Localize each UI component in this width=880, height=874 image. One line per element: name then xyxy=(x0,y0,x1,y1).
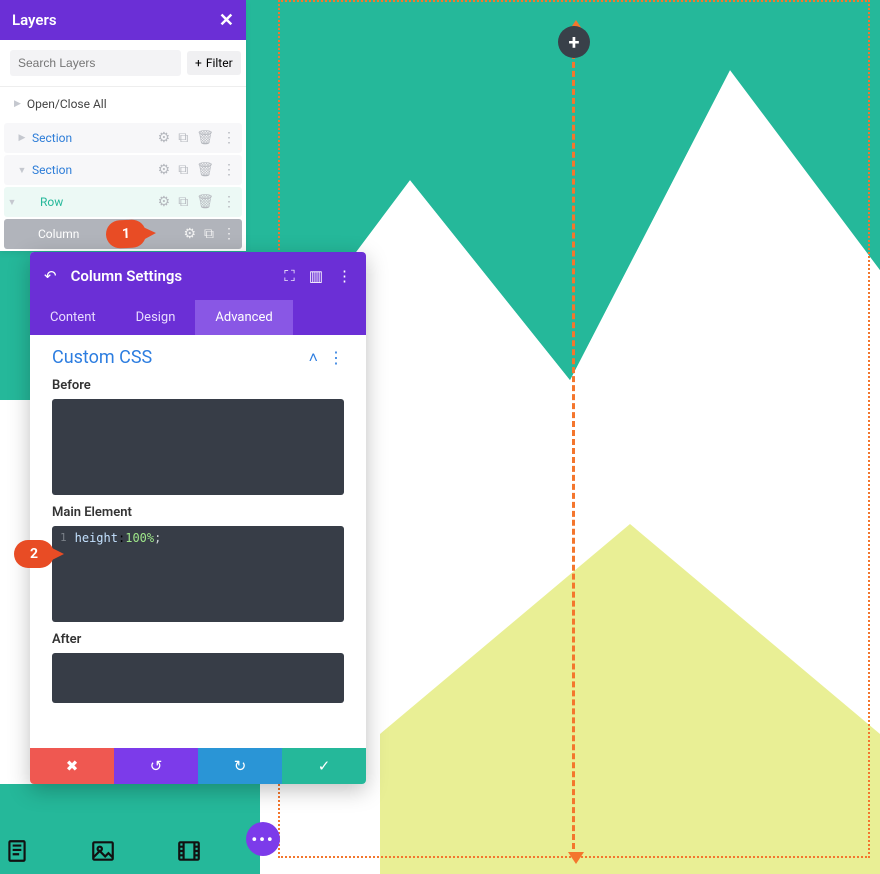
cancel-button[interactable]: ✖ xyxy=(30,748,114,784)
chevron-down-icon[interactable]: ▼ xyxy=(14,165,30,176)
kebab-icon[interactable]: ⋮ xyxy=(337,267,352,285)
kebab-icon[interactable]: ⋮ xyxy=(222,227,236,241)
chevron-up-icon[interactable]: ˄ xyxy=(309,348,318,368)
modal-title: Column Settings xyxy=(71,267,271,285)
kebab-icon[interactable]: ⋮ xyxy=(222,195,236,209)
section-title: Custom CSS xyxy=(52,347,152,368)
duplicate-icon[interactable]: ⧉ xyxy=(204,227,214,241)
film-icon xyxy=(176,838,202,868)
save-button[interactable]: ✓ xyxy=(282,748,366,784)
chevron-right-icon[interactable]: ▶ xyxy=(14,133,30,143)
modal-header[interactable]: ↶ Column Settings ⛶ ▥ ⋮ xyxy=(30,252,366,300)
back-icon[interactable]: ↶ xyxy=(44,267,57,285)
layers-header: Layers ✕ xyxy=(0,0,246,40)
kebab-icon[interactable]: ⋮ xyxy=(222,163,236,177)
gear-icon[interactable]: ⚙ xyxy=(158,131,171,145)
image-icon xyxy=(90,838,116,868)
tree-row-row[interactable]: ▼ Row ⚙ ⧉ 🗑 ⋮ xyxy=(4,187,242,217)
column-settings-modal: ↶ Column Settings ⛶ ▥ ⋮ Content Design A… xyxy=(30,252,366,784)
after-css-input[interactable] xyxy=(52,653,344,703)
expand-icon[interactable]: ⛶ xyxy=(284,267,295,285)
layers-title: Layers xyxy=(12,11,57,29)
bg-yellow-shape xyxy=(380,524,880,874)
plus-icon: + xyxy=(195,56,202,70)
tab-design[interactable]: Design xyxy=(116,300,196,335)
columns-icon[interactable]: ▥ xyxy=(309,267,323,285)
tree-row-tools: ⚙ ⧉ ⋮ xyxy=(177,227,242,241)
section-title-row: Custom CSS ˄ ⋮ xyxy=(52,347,344,368)
field-label-main: Main Element xyxy=(52,505,344,520)
tab-advanced[interactable]: Advanced xyxy=(195,300,292,335)
gear-icon[interactable]: ⚙ xyxy=(183,227,196,241)
document-icon xyxy=(4,838,30,868)
close-icon[interactable]: ✕ xyxy=(219,10,234,31)
duplicate-icon[interactable]: ⧉ xyxy=(178,163,188,177)
chevron-right-icon: ▶ xyxy=(14,99,21,109)
before-css-input[interactable] xyxy=(52,399,344,495)
field-label-after: After xyxy=(52,632,344,647)
fab-menu-button[interactable]: ••• xyxy=(246,822,280,856)
tree-row-section[interactable]: ▼ Section ⚙ ⧉ 🗑 ⋮ xyxy=(4,155,242,185)
kebab-icon[interactable]: ⋮ xyxy=(328,348,344,368)
modal-tabs: Content Design Advanced xyxy=(30,300,366,335)
bottom-icon-row xyxy=(0,836,240,870)
css-semicolon: ; xyxy=(154,531,161,545)
css-value: 100% xyxy=(125,531,154,545)
redo-button[interactable]: ↻ xyxy=(198,748,282,784)
chevron-down-icon[interactable]: ▼ xyxy=(4,197,20,208)
modal-footer: ✖ ↺ ↻ ✓ xyxy=(30,748,366,784)
open-close-label: Open/Close All xyxy=(27,97,107,111)
tree-row-tools: ⚙ ⧉ 🗑 ⋮ xyxy=(152,131,242,145)
tree-label: Section xyxy=(30,131,152,145)
line-number: 1 xyxy=(60,531,75,544)
trash-icon[interactable]: 🗑 xyxy=(196,131,214,145)
tab-content[interactable]: Content xyxy=(30,300,116,335)
trash-icon[interactable]: 🗑 xyxy=(196,195,214,209)
annotation-badge-1: 1 xyxy=(106,219,147,248)
undo-button[interactable]: ↺ xyxy=(114,748,198,784)
gear-icon[interactable]: ⚙ xyxy=(158,163,171,177)
css-code: height:100%; xyxy=(75,531,162,545)
duplicate-icon[interactable]: ⧉ xyxy=(178,131,188,145)
gear-icon[interactable]: ⚙ xyxy=(158,195,171,209)
tree-row-tools: ⚙ ⧉ 🗑 ⋮ xyxy=(152,163,242,177)
filter-button[interactable]: + Filter xyxy=(187,51,241,75)
tree-row-section[interactable]: ▶ Section ⚙ ⧉ 🗑 ⋮ xyxy=(4,123,242,153)
css-property: height xyxy=(75,531,118,545)
tree-label: Row xyxy=(20,195,152,209)
kebab-icon[interactable]: ⋮ xyxy=(222,131,236,145)
main-element-css-input[interactable]: 1 height:100%; xyxy=(52,526,344,622)
tree-label: Section xyxy=(30,163,152,177)
field-label-before: Before xyxy=(52,378,344,393)
trash-icon[interactable]: 🗑 xyxy=(196,163,214,177)
filter-label: Filter xyxy=(206,56,233,70)
annotation-badge-2: 2 xyxy=(14,540,54,568)
section-controls: ˄ ⋮ xyxy=(309,348,344,368)
layers-panel: Layers ✕ + Filter ▶ Open/Close All ▶ Sec… xyxy=(0,0,246,251)
duplicate-icon[interactable]: ⧉ xyxy=(178,195,188,209)
layers-filter-row: + Filter xyxy=(0,40,246,87)
tree-row-tools: ⚙ ⧉ 🗑 ⋮ xyxy=(152,195,242,209)
search-input[interactable] xyxy=(10,50,181,76)
add-module-button[interactable]: + xyxy=(558,26,590,58)
open-close-all-toggle[interactable]: ▶ Open/Close All xyxy=(0,87,246,121)
modal-body: Custom CSS ˄ ⋮ Before Main Element 1 hei… xyxy=(30,335,366,748)
